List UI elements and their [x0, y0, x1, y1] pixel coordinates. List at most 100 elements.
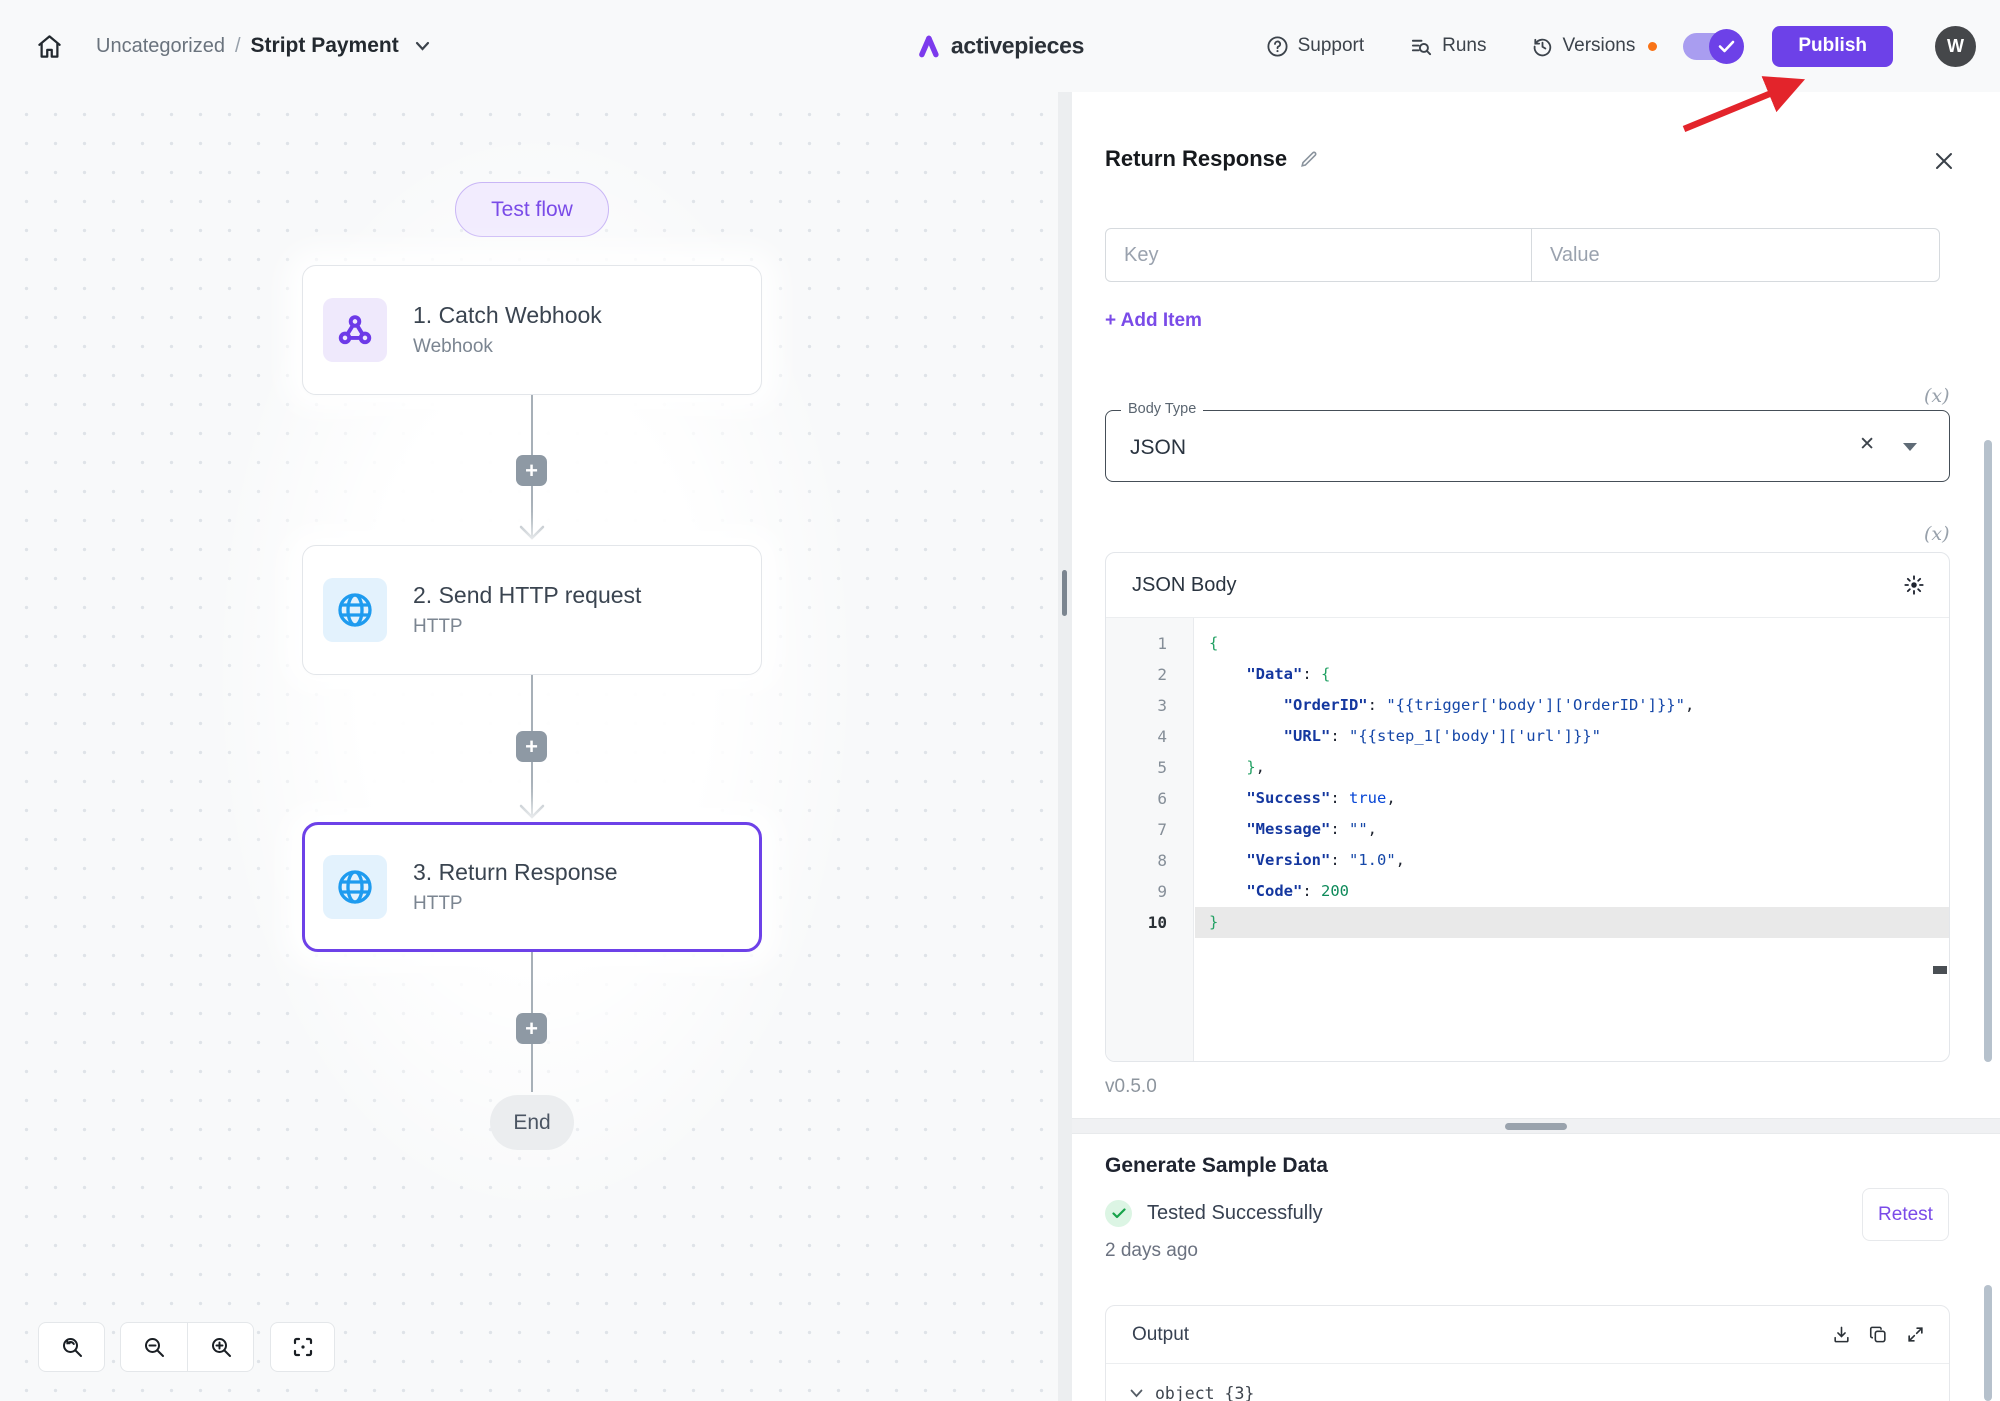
top-bar-actions: Support Runs Versions Publish — [1266, 26, 1976, 67]
value-input[interactable] — [1532, 229, 1939, 281]
question-circle-icon — [1266, 35, 1289, 58]
step-card-send-http[interactable]: 2. Send HTTP request HTTP — [302, 545, 762, 675]
caret-down-icon[interactable] — [1903, 443, 1917, 451]
end-badge: End — [490, 1095, 574, 1150]
publish-toggle[interactable] — [1683, 33, 1740, 60]
list-search-icon — [1410, 35, 1433, 58]
clear-selection-icon[interactable]: ✕ — [1859, 433, 1875, 456]
globe-icon — [323, 578, 387, 642]
zoom-out-button[interactable] — [121, 1323, 187, 1371]
top-bar: Uncategorized / Stript Payment activepie… — [0, 0, 2000, 92]
code-line[interactable]: "Message": "", — [1195, 814, 1949, 845]
insert-variable-icon[interactable]: (x) — [1924, 385, 1950, 407]
code-line[interactable]: "Version": "1.0", — [1195, 845, 1949, 876]
headers-key-value-row — [1105, 228, 1940, 282]
sample-scrollbar[interactable] — [1984, 1285, 1992, 1401]
test-flow-button[interactable]: Test flow — [455, 182, 609, 237]
code-line[interactable]: "Success": true, — [1195, 783, 1949, 814]
panel-title: Return Response — [1105, 146, 1287, 172]
code-line[interactable]: "OrderID": "{{trigger['body']['OrderID']… — [1195, 690, 1949, 721]
line-number: 5 — [1106, 752, 1193, 783]
output-node-label: object {3} — [1155, 1384, 1254, 1401]
fit-view-icon — [291, 1335, 315, 1359]
add-item-link[interactable]: + Add Item — [1105, 310, 1202, 332]
home-button[interactable] — [34, 31, 64, 61]
pencil-icon[interactable] — [1299, 150, 1318, 169]
panel-resize-gutter[interactable] — [1058, 92, 1072, 1401]
flow-menu-button[interactable] — [415, 41, 430, 51]
retest-button[interactable]: Retest — [1862, 1188, 1949, 1241]
breadcrumb-category[interactable]: Uncategorized — [96, 35, 225, 58]
zoom-reset-button[interactable] — [38, 1322, 105, 1372]
support-button[interactable]: Support — [1266, 35, 1365, 58]
globe-icon — [323, 855, 387, 919]
line-number: 1 — [1106, 628, 1193, 659]
code-line[interactable]: { — [1195, 628, 1949, 659]
runs-button[interactable]: Runs — [1410, 35, 1486, 58]
brand-name: activepieces — [951, 33, 1084, 60]
close-icon — [1934, 151, 1954, 171]
line-number: 8 — [1106, 845, 1193, 876]
key-input[interactable] — [1106, 229, 1531, 281]
flow-canvas[interactable]: Test flow 1. Catch Webhook Webhook + — [0, 92, 1058, 1401]
history-icon — [1531, 35, 1554, 58]
publish-button[interactable]: Publish — [1772, 26, 1893, 67]
download-button[interactable] — [1832, 1325, 1851, 1344]
copy-button[interactable] — [1869, 1325, 1888, 1344]
code-line[interactable]: }, — [1195, 752, 1949, 783]
logo-icon — [916, 33, 942, 59]
avatar[interactable]: W — [1935, 26, 1976, 67]
sparkle-icon — [1903, 574, 1925, 596]
line-number: 9 — [1106, 876, 1193, 907]
check-icon — [1718, 40, 1735, 53]
breadcrumb-flow-name[interactable]: Stript Payment — [251, 34, 399, 58]
fit-view-button[interactable] — [270, 1322, 335, 1372]
editor-scroll-marker — [1933, 966, 1947, 974]
panel-scrollbar[interactable] — [1984, 440, 1992, 1062]
zoom-in-button[interactable] — [187, 1323, 253, 1371]
output-section: Output — [1105, 1305, 1950, 1401]
brand: activepieces — [916, 33, 1084, 60]
line-number: 10 — [1106, 907, 1193, 938]
versions-label: Versions — [1563, 35, 1636, 57]
output-label: Output — [1132, 1324, 1189, 1346]
expand-button[interactable] — [1906, 1325, 1925, 1344]
body-type-label: Body Type — [1121, 401, 1203, 417]
success-check-icon — [1105, 1200, 1132, 1227]
add-step-button[interactable]: + — [516, 455, 547, 486]
ai-assist-button[interactable] — [1903, 574, 1925, 596]
panel-resize-handle[interactable] — [1062, 570, 1067, 616]
step-subtitle: Webhook — [413, 336, 602, 358]
line-number: 4 — [1106, 721, 1193, 752]
code-line[interactable]: "Code": 200 — [1195, 876, 1949, 907]
piece-version: v0.5.0 — [1105, 1076, 1157, 1098]
zoom-group — [120, 1322, 254, 1372]
body-type-select[interactable]: Body Type JSON ✕ — [1105, 410, 1950, 482]
step-title: 2. Send HTTP request — [413, 582, 641, 609]
insert-variable-icon[interactable]: (x) — [1924, 523, 1950, 545]
add-step-button[interactable]: + — [516, 1013, 547, 1044]
add-step-button[interactable]: + — [516, 731, 547, 762]
code-area[interactable]: { "Data": { "OrderID": "{{trigger['body'… — [1195, 618, 1949, 1061]
step-card-return-response[interactable]: 3. Return Response HTTP — [302, 822, 762, 952]
step-card-catch-webhook[interactable]: 1. Catch Webhook Webhook — [302, 265, 762, 395]
step-title: 3. Return Response — [413, 859, 618, 886]
zoom-out-icon — [142, 1335, 166, 1359]
output-tree-row: object {3} — [1106, 1364, 1949, 1401]
step-subtitle: HTTP — [413, 616, 641, 638]
chevron-down-icon — [1130, 1389, 1143, 1398]
code-line[interactable]: "Data": { — [1195, 659, 1949, 690]
flow-builder-window: Uncategorized / Stript Payment activepie… — [0, 0, 2000, 1401]
code-line[interactable]: } — [1195, 907, 1949, 938]
copy-icon — [1869, 1325, 1888, 1344]
json-code-editor[interactable]: 12345678910 { "Data": { "OrderID": "{{tr… — [1106, 617, 1949, 1061]
json-body-label: JSON Body — [1132, 574, 1236, 597]
versions-button[interactable]: Versions — [1531, 35, 1636, 58]
line-number: 2 — [1106, 659, 1193, 690]
code-line[interactable]: "URL": "{{step_1['body']['url']}}" — [1195, 721, 1949, 752]
section-divider[interactable] — [1072, 1118, 2000, 1134]
toggle-thumb — [1709, 29, 1744, 64]
collapse-node-button[interactable] — [1130, 1389, 1143, 1398]
divider-drag-handle[interactable] — [1505, 1123, 1567, 1130]
close-panel-button[interactable] — [1930, 147, 1958, 175]
